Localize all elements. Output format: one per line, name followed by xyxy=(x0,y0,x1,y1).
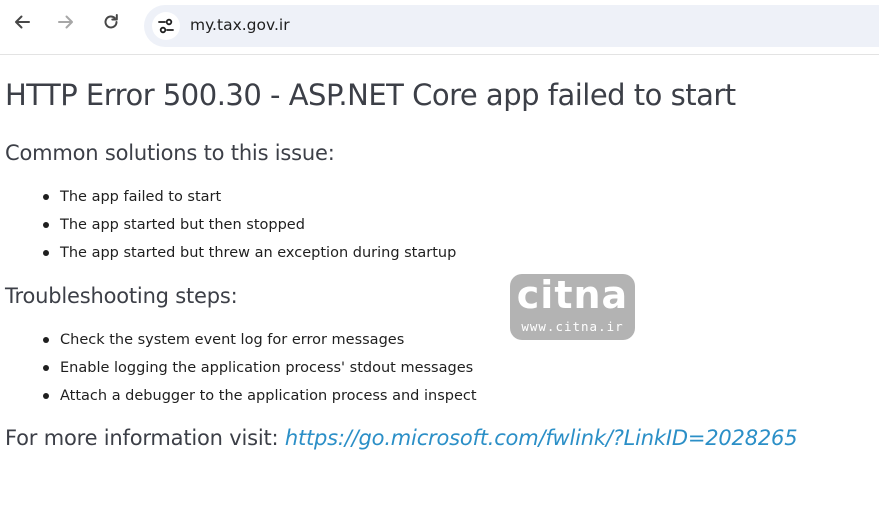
more-info-link[interactable]: https://go.microsoft.com/fwlink/?LinkID=… xyxy=(285,426,798,450)
url-text[interactable]: my.tax.gov.ir xyxy=(190,16,290,34)
forward-button[interactable] xyxy=(52,8,80,36)
reload-button[interactable] xyxy=(97,8,125,36)
forward-arrow-icon xyxy=(58,15,73,29)
watermark-logo: citna xyxy=(516,274,629,317)
list-item: Enable logging the application process' … xyxy=(5,354,477,382)
back-button[interactable] xyxy=(8,8,36,36)
site-info-button[interactable] xyxy=(152,12,180,40)
solutions-list: The app failed to start The app started … xyxy=(5,183,456,267)
citna-watermark: citna www.citna.ir xyxy=(510,274,635,340)
list-item: The app started but then stopped xyxy=(5,211,456,239)
watermark-url: www.citna.ir xyxy=(521,319,624,334)
list-item: The app started but threw an exception d… xyxy=(5,239,456,267)
troubleshooting-heading: Troubleshooting steps: xyxy=(5,284,238,308)
troubleshooting-list: Check the system event log for error mes… xyxy=(5,326,477,410)
more-info-line: For more information visit: https://go.m… xyxy=(5,426,798,450)
address-bar[interactable]: my.tax.gov.ir xyxy=(144,5,879,47)
list-item: The app failed to start xyxy=(5,183,456,211)
more-info-label: For more information visit: xyxy=(5,426,279,450)
reload-icon xyxy=(104,14,118,29)
list-item: Check the system event log for error mes… xyxy=(5,326,477,354)
solutions-heading: Common solutions to this issue: xyxy=(5,141,335,165)
browser-toolbar: my.tax.gov.ir xyxy=(0,0,879,55)
back-arrow-icon xyxy=(15,15,30,29)
tune-icon xyxy=(158,18,174,34)
list-item: Attach a debugger to the application pro… xyxy=(5,382,477,410)
page-title: HTTP Error 500.30 - ASP.NET Core app fai… xyxy=(5,78,736,112)
